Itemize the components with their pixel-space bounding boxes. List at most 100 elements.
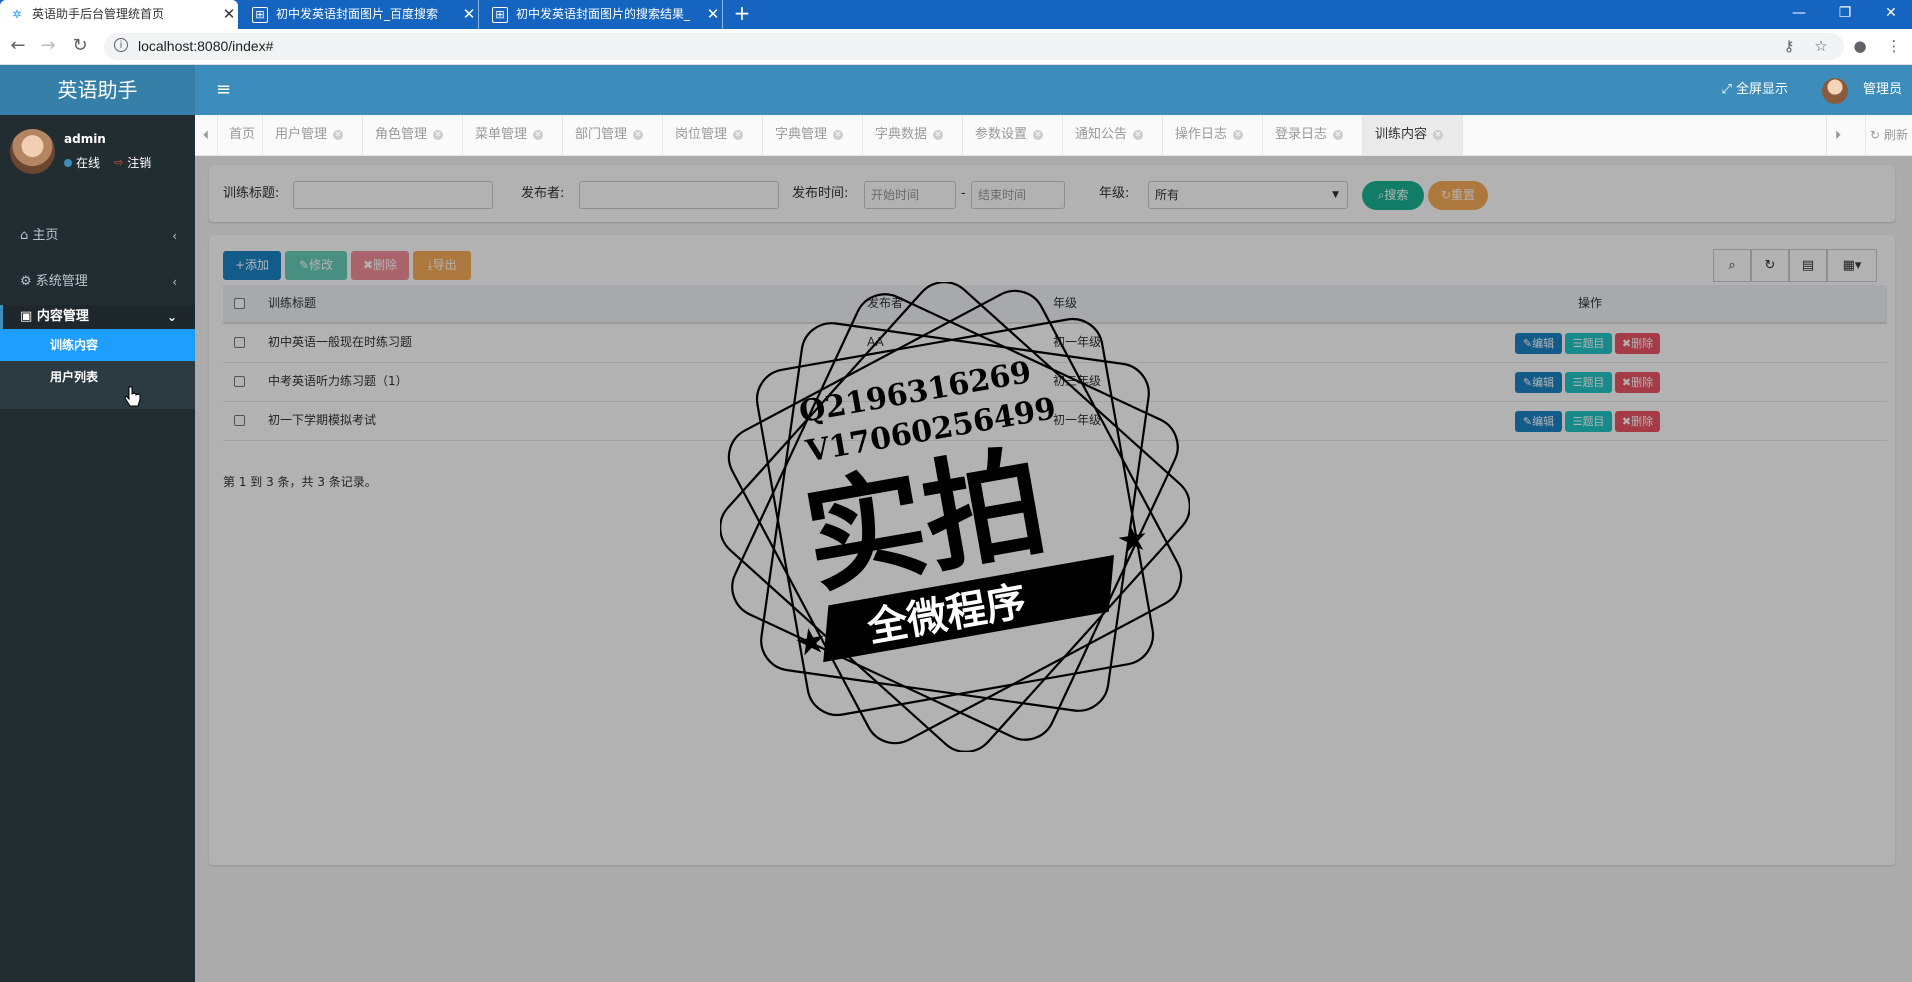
tab-training[interactable]: 训练内容 ✕ bbox=[1363, 115, 1463, 155]
tab-user-mgmt[interactable]: 用户管理 ✕ bbox=[263, 115, 363, 155]
browser-tab-bar: ✲ 英语助手后台管理统首页 ✕ ⊞ 初中发英语封面图片_百度搜索 ✕ ⊞ 初中发… bbox=[0, 0, 1912, 29]
header-user-name[interactable]: 管理员 bbox=[1863, 65, 1902, 115]
row-edit-button[interactable]: ✎编辑 bbox=[1515, 333, 1562, 354]
tab-login-log[interactable]: 登录日志 ✕ bbox=[1263, 115, 1363, 155]
header-publisher[interactable]: 发布者 bbox=[867, 285, 903, 322]
tab-close-icon[interactable]: ✕ bbox=[533, 129, 544, 140]
key-icon[interactable]: ⚷ bbox=[1775, 29, 1803, 64]
tab-close-icon[interactable]: ✕ bbox=[1333, 129, 1344, 140]
edit-button[interactable]: ✎修改 bbox=[285, 251, 347, 280]
close-tab-icon[interactable]: ✕ bbox=[220, 1, 238, 28]
new-tab-icon[interactable]: + bbox=[730, 0, 754, 29]
tab-params[interactable]: 参数设置 ✕ bbox=[963, 115, 1063, 155]
tab-close-icon[interactable]: ✕ bbox=[433, 129, 444, 140]
tab-op-log[interactable]: 操作日志 ✕ bbox=[1163, 115, 1263, 155]
end-time-input[interactable]: 结束时间 bbox=[971, 181, 1065, 209]
profile-icon[interactable]: ● bbox=[1846, 29, 1874, 64]
tab-close-icon[interactable]: ✕ bbox=[733, 129, 744, 140]
delete-button[interactable]: ✖删除 bbox=[351, 251, 409, 280]
row-checkbox[interactable] bbox=[234, 337, 245, 348]
tab-dict-data[interactable]: 字典数据 ✕ bbox=[863, 115, 963, 155]
header-grade[interactable]: 年级 bbox=[1053, 285, 1077, 322]
publisher-input[interactable] bbox=[579, 181, 779, 209]
pagination-summary: 第 1 到 3 条，共 3 条记录。 bbox=[223, 475, 377, 489]
row-grade: 初一年级 bbox=[1053, 335, 1102, 349]
row-delete-button[interactable]: ✖删除 bbox=[1615, 372, 1660, 393]
export-button[interactable]: ⤓导出 bbox=[413, 251, 471, 280]
tabs-scroll-right-icon[interactable]: ⏵ bbox=[1826, 115, 1849, 155]
tab-dept-mgmt[interactable]: 部门管理 ✕ bbox=[563, 115, 663, 155]
logout-icon[interactable]: ⇨ bbox=[114, 156, 123, 169]
sidebar-item-system[interactable]: ⚙ 系统管理 ‹ bbox=[0, 259, 195, 305]
header-avatar[interactable] bbox=[1822, 78, 1848, 104]
grade-label: 年级: bbox=[1099, 186, 1130, 201]
back-icon[interactable]: ← bbox=[4, 29, 32, 64]
tab-close-icon[interactable]: ✕ bbox=[1433, 129, 1444, 140]
sidebar-item-home[interactable]: ⌂ 主页 ‹ bbox=[0, 213, 195, 259]
minimize-icon[interactable]: — bbox=[1776, 0, 1822, 29]
tab-close-icon[interactable]: ✕ bbox=[1133, 129, 1144, 140]
browser-tab-2[interactable]: ⊞ 初中发英语封面图片_百度搜索 ✕ bbox=[242, 0, 479, 29]
browser-tab-active[interactable]: ✲ 英语助手后台管理统首页 ✕ bbox=[0, 0, 238, 29]
close-tab-icon[interactable]: ✕ bbox=[704, 1, 722, 28]
tab-close-icon[interactable]: ✕ bbox=[1033, 129, 1044, 140]
tab-notices[interactable]: 通知公告 ✕ bbox=[1063, 115, 1163, 155]
sidebar-subitem-users[interactable]: 用户列表 bbox=[0, 361, 195, 393]
close-window-icon[interactable]: ✕ bbox=[1868, 0, 1912, 29]
tab-close-icon[interactable]: ✕ bbox=[333, 129, 344, 140]
user-status: 在线 ⇨ 注销 bbox=[64, 154, 151, 171]
sidebar-item-content[interactable]: ▣ 内容管理 ⌄ bbox=[0, 305, 195, 329]
tabs-scroll-left-icon[interactable]: ⏴ bbox=[195, 115, 218, 155]
row-edit-button[interactable]: ✎编辑 bbox=[1515, 372, 1562, 393]
row-checkbox[interactable] bbox=[234, 415, 245, 426]
browser-menu-icon[interactable]: ⋮ bbox=[1880, 29, 1908, 64]
fullscreen-button[interactable]: ⤢ 全屏显示 bbox=[1721, 65, 1788, 115]
row-questions-button[interactable]: ☰题目 bbox=[1565, 333, 1612, 354]
info-icon[interactable]: i bbox=[114, 38, 128, 52]
logout-link[interactable]: 注销 bbox=[127, 154, 151, 171]
browser-tab-3[interactable]: ⊞ 初中发英语封面图片的搜索结果_ ✕ bbox=[482, 0, 723, 29]
tab-label: 通知公告 bbox=[1075, 127, 1128, 142]
row-edit-button[interactable]: ✎编辑 bbox=[1515, 411, 1562, 432]
tab-post-mgmt[interactable]: 岗位管理 ✕ bbox=[663, 115, 763, 155]
tab-dict-mgmt[interactable]: 字典管理 ✕ bbox=[763, 115, 863, 155]
reset-button[interactable]: ↻重置 bbox=[1428, 181, 1488, 210]
row-delete-label: 删除 bbox=[1631, 415, 1654, 428]
start-time-input[interactable]: 开始时间 bbox=[864, 181, 956, 209]
row-delete-button[interactable]: ✖删除 bbox=[1615, 333, 1660, 354]
baidu-favicon-icon: ⊞ bbox=[492, 6, 508, 23]
tab-close-icon[interactable]: ✕ bbox=[1233, 129, 1244, 140]
row-questions-button[interactable]: ☰题目 bbox=[1565, 372, 1612, 393]
refresh-button[interactable]: ↻ 刷新 bbox=[1865, 115, 1912, 155]
url-field[interactable]: i localhost:8080/index# bbox=[104, 33, 1844, 60]
columns-icon[interactable]: ▦▾ bbox=[1827, 249, 1877, 282]
header-title[interactable]: 训练标题 bbox=[268, 285, 316, 322]
toggle-view-icon[interactable]: ▤ bbox=[1789, 249, 1827, 282]
table-refresh-icon[interactable]: ↻ bbox=[1751, 249, 1789, 282]
table-search-icon[interactable]: ⌕ bbox=[1713, 249, 1751, 282]
close-tab-icon[interactable]: ✕ bbox=[460, 1, 478, 28]
row-questions-button[interactable]: ☰题目 bbox=[1565, 411, 1612, 432]
tab-close-icon[interactable]: ✕ bbox=[933, 129, 944, 140]
row-delete-button[interactable]: ✖删除 bbox=[1615, 411, 1660, 432]
forward-icon[interactable]: → bbox=[34, 29, 62, 64]
row-checkbox[interactable] bbox=[234, 376, 245, 387]
tab-close-icon[interactable]: ✕ bbox=[633, 129, 644, 140]
tab-home[interactable]: 首页 bbox=[217, 115, 263, 155]
table-row: 初一下学期模拟考试 初一年级 ✎编辑 ☰题目 ✖删除 bbox=[223, 402, 1887, 441]
sidebar-item-label: 内容管理 bbox=[36, 309, 89, 324]
restore-icon[interactable]: ❐ bbox=[1822, 0, 1868, 29]
sidebar-toggle-icon[interactable]: ≡ bbox=[216, 65, 231, 115]
tab-close-icon[interactable]: ✕ bbox=[833, 129, 844, 140]
app-logo[interactable]: 英语助手 bbox=[0, 65, 195, 115]
sidebar-subitem-training[interactable]: 训练内容 bbox=[0, 329, 195, 361]
tab-role-mgmt[interactable]: 角色管理 ✕ bbox=[363, 115, 463, 155]
select-all-checkbox[interactable] bbox=[234, 298, 245, 309]
reload-icon[interactable]: ↻ bbox=[66, 29, 94, 64]
grade-select[interactable]: 所有 ▼ bbox=[1148, 181, 1348, 209]
star-icon[interactable]: ☆ bbox=[1807, 29, 1835, 64]
search-button[interactable]: ⌕搜索 bbox=[1362, 181, 1424, 210]
title-input[interactable] bbox=[293, 181, 493, 209]
add-button[interactable]: +添加 bbox=[223, 251, 281, 280]
tab-menu-mgmt[interactable]: 菜单管理 ✕ bbox=[463, 115, 563, 155]
